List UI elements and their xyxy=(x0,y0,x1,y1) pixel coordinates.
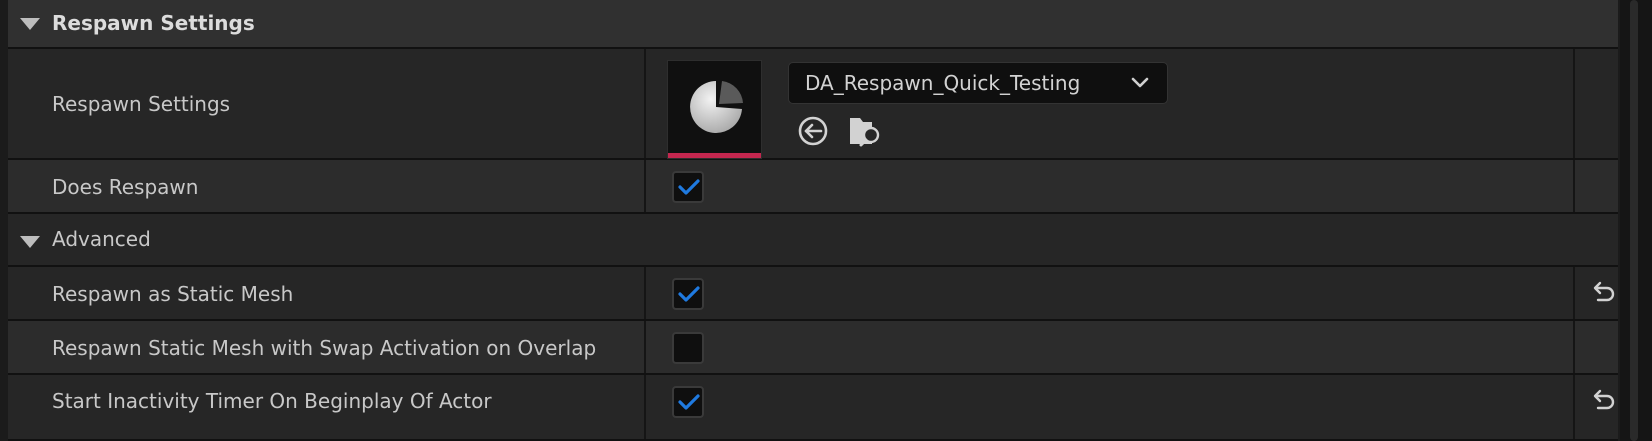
column-splitter[interactable] xyxy=(1573,321,1575,373)
triangle-down-icon[interactable] xyxy=(20,236,40,248)
reset-arrow-icon xyxy=(1593,389,1615,410)
section-title: Respawn Settings xyxy=(52,11,255,35)
reset-to-default-button[interactable] xyxy=(1588,279,1616,307)
section-header-respawn-settings[interactable]: Respawn Settings xyxy=(8,0,1618,49)
property-row-does-respawn: Does Respawn xyxy=(8,160,1618,214)
details-panel: Respawn Settings Respawn Settings DA_Res… xyxy=(0,0,1620,441)
property-label: Does Respawn xyxy=(52,175,199,199)
column-splitter[interactable] xyxy=(1573,49,1575,158)
checkmark-icon xyxy=(678,179,700,195)
column-splitter[interactable] xyxy=(644,160,646,212)
checkmark-icon xyxy=(678,286,700,302)
property-label: Start Inactivity Timer On Beginplay Of A… xyxy=(52,389,492,413)
property-row-start-inactivity-timer: Start Inactivity Timer On Beginplay Of A… xyxy=(8,375,1618,441)
asset-combo-box[interactable]: DA_Respawn_Quick_Testing xyxy=(788,62,1168,104)
column-splitter[interactable] xyxy=(1573,375,1575,441)
column-splitter[interactable] xyxy=(644,321,646,373)
column-splitter[interactable] xyxy=(1573,267,1575,319)
vertical-scrollbar[interactable] xyxy=(1620,0,1652,441)
asset-thumbnail[interactable] xyxy=(667,60,762,159)
does-respawn-checkbox[interactable] xyxy=(672,171,704,203)
triangle-down-icon[interactable] xyxy=(20,18,40,30)
folder-search-icon xyxy=(850,118,880,147)
data-asset-pie-icon xyxy=(690,81,743,133)
property-row-swap-activation: Respawn Static Mesh with Swap Activation… xyxy=(8,321,1618,375)
property-label: Respawn Static Mesh with Swap Activation… xyxy=(52,336,597,360)
column-splitter[interactable] xyxy=(644,49,646,158)
property-label: Respawn as Static Mesh xyxy=(52,282,294,306)
column-splitter[interactable] xyxy=(644,267,646,319)
column-splitter[interactable] xyxy=(1573,160,1575,212)
arrow-left-circle-icon xyxy=(798,116,828,146)
asset-type-color-bar xyxy=(668,153,761,158)
scrollbar-thumb[interactable] xyxy=(1630,0,1638,441)
swap-activation-checkbox[interactable] xyxy=(672,332,704,364)
chevron-down-icon xyxy=(1131,77,1149,88)
column-splitter[interactable] xyxy=(644,375,646,441)
browse-to-asset-button[interactable] xyxy=(848,114,882,148)
property-label: Respawn Settings xyxy=(52,92,231,116)
reset-to-default-button[interactable] xyxy=(1588,387,1616,415)
start-inactivity-timer-checkbox[interactable] xyxy=(672,386,704,418)
asset-name: DA_Respawn_Quick_Testing xyxy=(805,71,1081,95)
section-header-advanced[interactable]: Advanced xyxy=(8,214,1618,267)
checkmark-icon xyxy=(678,394,700,410)
respawn-as-static-mesh-checkbox[interactable] xyxy=(672,278,704,310)
section-title: Advanced xyxy=(52,227,151,251)
reset-arrow-icon xyxy=(1593,281,1615,302)
use-selected-asset-button[interactable] xyxy=(796,114,830,148)
property-row-respawn-as-static-mesh: Respawn as Static Mesh xyxy=(8,267,1618,321)
